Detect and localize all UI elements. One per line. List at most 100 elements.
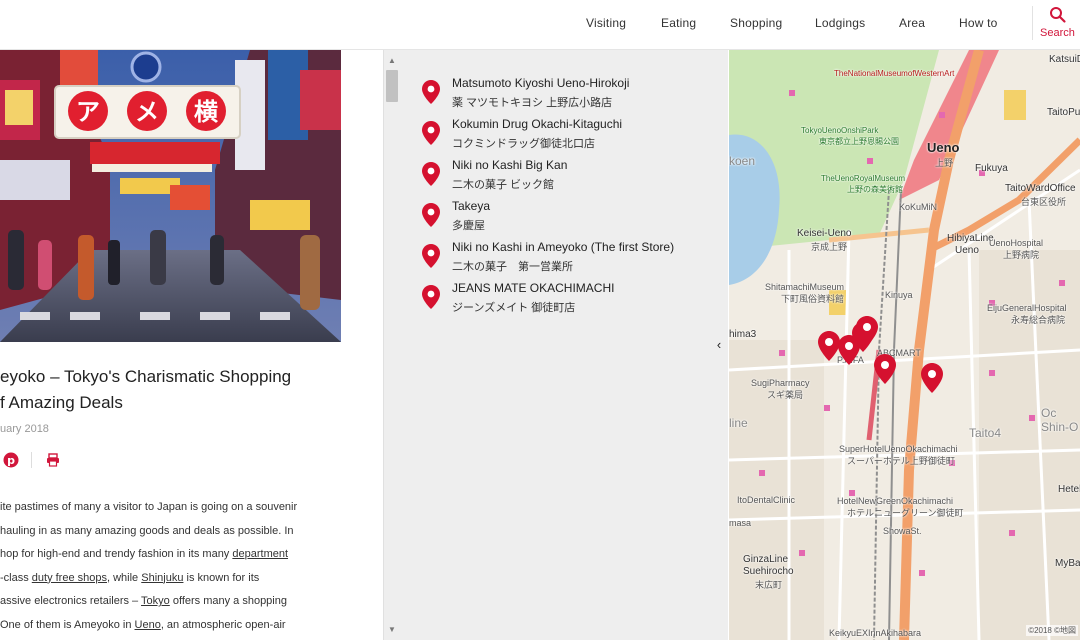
article-column: ア メ 横 eyoko – Tokyo's Charismatic Shoppi… xyxy=(0,50,383,640)
map-label: GinzaLine xyxy=(743,554,789,565)
map-view[interactable]: KatsuiDe TheNationalMuseumofWesternArt T… xyxy=(729,50,1080,640)
map-canvas xyxy=(729,50,1080,640)
share-divider xyxy=(31,452,32,468)
map-label: 上野 xyxy=(935,158,954,168)
nav-item-visiting[interactable]: Visiting xyxy=(586,16,626,30)
map-label: hima3 xyxy=(729,329,757,340)
poi-list-panel: ▲ ▼ Matsumoto Kiyoshi Ueno-Hirokoji 薬 マツ… xyxy=(383,50,728,640)
body-text-fragment: offers many a shopping xyxy=(169,595,287,607)
map-label: SugiPharmacy xyxy=(751,378,810,388)
link-tokyo[interactable]: Tokyo xyxy=(141,595,170,607)
map-label: スーパーホテル上野御徒町 xyxy=(847,456,955,466)
map-label: 上野の森美術館 xyxy=(847,185,903,194)
map-label: Fukuya xyxy=(975,163,1008,174)
map-marker-pin-icon[interactable] xyxy=(856,316,878,346)
share-bar: p xyxy=(2,452,62,470)
hero-image-ameyoko: ア メ 横 xyxy=(0,50,341,342)
map-label: ホテルニューグリーン御徒町 xyxy=(847,508,964,518)
map-label: HotelNewGreenOkachimachi xyxy=(837,496,954,506)
svg-text:メ: メ xyxy=(135,98,159,126)
nav-item-area[interactable]: Area xyxy=(899,16,925,30)
map-label: KatsuiDe xyxy=(1049,54,1080,65)
poi-item-takeya[interactable]: Takeya 多慶屋 xyxy=(422,199,722,235)
map-label: Taito4 xyxy=(969,426,1002,440)
body-line: hauling in as many amazing goods and dea… xyxy=(0,524,294,537)
map-label: line xyxy=(729,416,748,430)
map-label: TheUenoRoyalMuseum xyxy=(821,174,906,183)
map-label: TokyoUenoOnshiPark xyxy=(801,126,879,135)
link-shinjuku[interactable]: Shinjuku xyxy=(141,572,183,584)
nav-divider xyxy=(1032,6,1033,40)
scroll-down-arrow-icon[interactable]: ▼ xyxy=(388,625,396,634)
poi-item-niki-no-kashi-big-kan[interactable]: Niki no Kashi Big Kan 二木の菓子 ビック館 xyxy=(422,158,722,194)
link-duty-free-shops[interactable]: duty free shops xyxy=(32,572,107,584)
poi-item-kokumin-drug[interactable]: Kokumin Drug Okachi-Kitaguchi コクミンドラッグ御徒… xyxy=(422,117,722,153)
article-body: ite pastimes of many a visitor to Japan … xyxy=(0,496,340,637)
map-label: Kinuya xyxy=(885,290,913,300)
body-line: ite pastimes of many a visitor to Japan … xyxy=(0,501,298,513)
main-nav: Visiting Eating Shopping Lodgings Area H… xyxy=(0,16,1080,32)
map-marker-pin-icon[interactable] xyxy=(921,363,943,393)
body-line: -class duty free shops, while Shinjuku i… xyxy=(0,567,340,591)
article-date: uary 2018 xyxy=(0,423,49,435)
map-label: ShowaSt. xyxy=(883,526,922,536)
search-label: Search xyxy=(1040,27,1075,39)
poi-name-jp: 二木の菓子 ビック館 xyxy=(452,179,555,191)
body-line: hop for high-end and trendy fashion in i… xyxy=(0,543,340,567)
map-label: Oc xyxy=(1041,406,1057,420)
link-ueno[interactable]: Ueno xyxy=(135,619,161,631)
list-scrollbar[interactable]: ▲ ▼ xyxy=(384,50,400,640)
poi-item-jeans-mate[interactable]: JEANS MATE OKACHIMACHI ジーンズメイト 御徒町店 xyxy=(422,281,722,317)
body-text-fragment: One of them is Ameyoko in xyxy=(0,618,135,631)
nav-item-how-to[interactable]: How to xyxy=(959,16,998,30)
svg-text:p: p xyxy=(7,454,15,467)
scrollbar-thumb[interactable] xyxy=(386,70,398,102)
map-label: KeikyuEXInnAkihabara xyxy=(829,628,922,638)
svg-text:横: 横 xyxy=(194,98,219,126)
map-label: 下町風俗資料館 xyxy=(781,294,845,304)
collapse-panel-chevron-left-icon[interactable]: ‹ xyxy=(713,338,725,352)
article-title: eyoko – Tokyo's Charismatic Shopping f A… xyxy=(0,364,340,416)
poi-name-jp: コクミンドラッグ御徒北口店 xyxy=(452,138,595,150)
svg-text:ア: ア xyxy=(76,98,100,126)
body-line: assive electronics retailers – Tokyo off… xyxy=(0,590,340,614)
body-text-fragment: , an atmospheric open-air xyxy=(160,618,286,631)
map-pin-icon xyxy=(422,162,440,186)
map-label: TaitoWardOffice xyxy=(1005,183,1076,194)
map-marker-pin-icon[interactable] xyxy=(874,354,896,384)
poi-item-matsumoto-kiyoshi[interactable]: Matsumoto Kiyoshi Ueno-Hirokoji 薬 マツモトキヨ… xyxy=(422,76,722,112)
nav-item-shopping[interactable]: Shopping xyxy=(730,16,782,30)
map-label: 永寿総合病院 xyxy=(1011,315,1066,325)
print-icon[interactable] xyxy=(46,453,60,467)
map-label: TheNationalMuseumofWesternArt xyxy=(834,69,955,78)
body-text-fragment: , while xyxy=(107,571,142,584)
article-title-line-2: f Amazing Deals xyxy=(0,393,123,412)
map-label: ShitamachiMuseum xyxy=(765,282,845,292)
nav-item-eating[interactable]: Eating xyxy=(661,16,696,30)
poi-name-en: Niki no Kashi Big Kan xyxy=(452,158,568,172)
poi-name-en: Matsumoto Kiyoshi Ueno-Hirokoji xyxy=(452,76,630,90)
link-department[interactable]: department xyxy=(232,548,288,560)
search-button[interactable]: Search xyxy=(1037,5,1080,45)
pinterest-icon[interactable]: p xyxy=(3,452,19,468)
map-label: 京成上野 xyxy=(811,242,848,252)
map-label: TaitoPubl xyxy=(1047,107,1080,118)
map-label: スギ薬局 xyxy=(767,390,804,400)
body-text-fragment: assive electronics retailers – xyxy=(0,595,142,607)
nav-item-lodgings[interactable]: Lodgings xyxy=(815,16,865,30)
top-navigation-bar: Visiting Eating Shopping Lodgings Area H… xyxy=(0,0,1080,50)
map-label: masa xyxy=(729,518,752,528)
map-marker-pin-icon[interactable] xyxy=(818,331,840,361)
poi-name-jp: ジーンズメイト 御徒町店 xyxy=(452,302,576,314)
map-label: KoKuMiN xyxy=(899,202,938,212)
map-label: EijuGeneralHospital xyxy=(987,303,1067,313)
map-pin-icon xyxy=(422,80,440,104)
search-icon xyxy=(1050,7,1066,23)
poi-item-niki-no-kashi-first-store[interactable]: Niki no Kashi in Ameyoko (The first Stor… xyxy=(422,240,722,276)
map-label: Ueno xyxy=(955,245,979,256)
map-label: HibiyaLine xyxy=(947,233,994,244)
map-label: Suehirocho xyxy=(743,566,794,577)
scroll-up-arrow-icon[interactable]: ▲ xyxy=(388,56,396,65)
map-label: 東京都立上野恩賜公園 xyxy=(819,137,899,146)
poi-name-jp: 薬 マツモトキヨシ 上野広小路店 xyxy=(452,97,613,109)
